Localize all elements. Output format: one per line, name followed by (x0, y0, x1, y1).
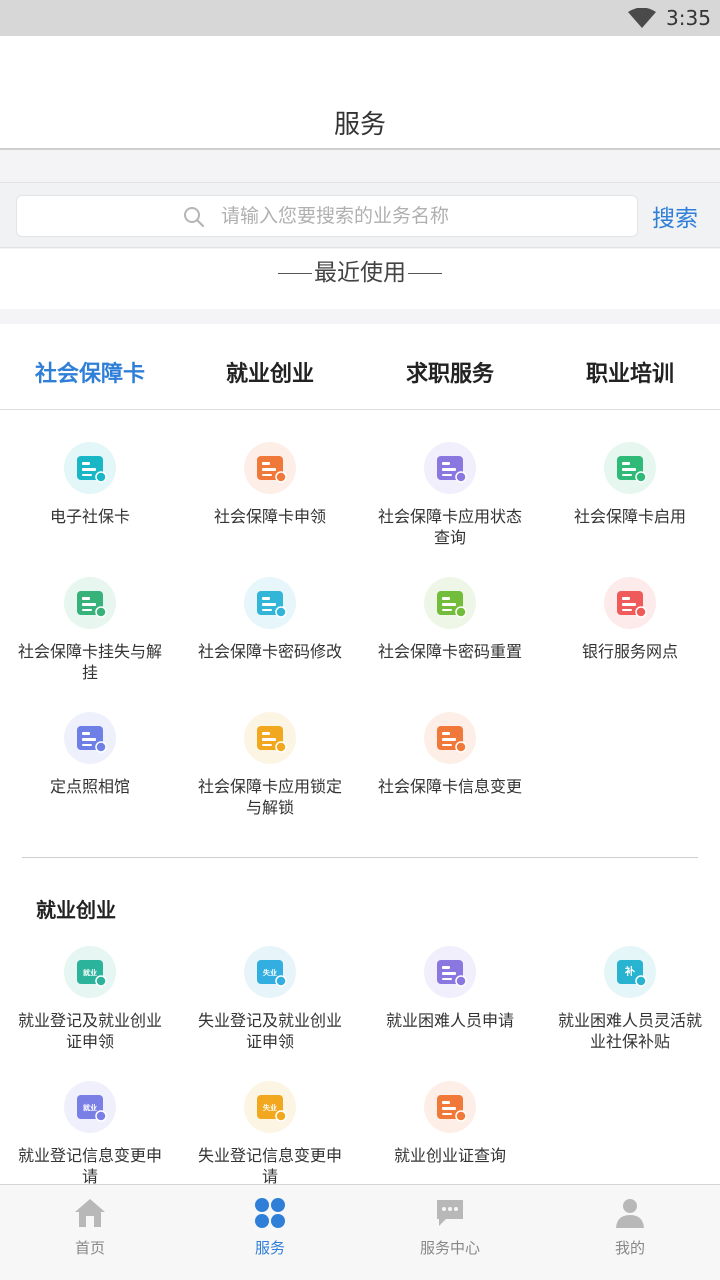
nav-services-label: 服务 (254, 1239, 285, 1257)
service-item[interactable]: 失业失业登记及就业创业证申领 (180, 946, 360, 1052)
card-change-icon (424, 712, 476, 764)
service-item[interactable]: 就业就业登记信息变更申请 (0, 1081, 180, 1184)
bank-icon (604, 577, 656, 629)
employment-section-title: 就业创业 (36, 898, 116, 922)
service-item[interactable]: 社会保障卡密码重置 (360, 577, 540, 662)
service-item[interactable]: 社会保障卡信息变更 (360, 712, 540, 797)
service-item-label: 就业登记及就业创业证申领 (17, 1011, 162, 1051)
category-tabs: 社会保障卡 就业创业 求职服务 职业培训 (0, 324, 720, 410)
employment-change-icon: 就业 (64, 1081, 116, 1133)
tab-social-security-card[interactable]: 社会保障卡 (0, 356, 180, 388)
service-item[interactable]: 定点照相馆 (0, 712, 180, 797)
grid-icon (255, 1198, 285, 1228)
nav-profile-label: 我的 (614, 1239, 645, 1257)
nav-service-center-label: 服务中心 (419, 1239, 480, 1257)
nav-home[interactable]: 首页 (0, 1185, 180, 1280)
service-item[interactable]: 社会保障卡申领 (180, 442, 360, 527)
nav-profile[interactable]: 我的 (540, 1185, 720, 1280)
service-item[interactable]: 就业困难人员申请 (360, 946, 540, 1031)
service-item-label: 就业困难人员灵活就业社保补贴 (557, 1011, 702, 1051)
service-item[interactable]: 社会保障卡应用状态查询 (360, 442, 540, 548)
app-bar: 服务 (0, 36, 720, 150)
service-item-label: 就业创业证查询 (393, 1146, 506, 1165)
recent-section: 最近使用 (0, 249, 720, 309)
service-item-label: 社会保障卡应用状态查询 (377, 507, 522, 547)
service-item-label: 社会保障卡启用 (573, 507, 686, 526)
service-item-label: 社会保障卡应用锁定与解锁 (197, 777, 342, 817)
service-item[interactable]: 电子社保卡 (0, 442, 180, 527)
service-item-label: 社会保障卡申领 (213, 507, 326, 526)
services-panel: 社会保障卡 就业创业 求职服务 职业培训 电子社保卡 社会保障卡申领 社会保障卡应用… (0, 324, 720, 1184)
service-item[interactable]: 补就业困难人员灵活就业社保补贴 (540, 946, 720, 1052)
service-item[interactable]: 银行服务网点 (540, 577, 720, 662)
tab-vocational-training[interactable]: 职业培训 (540, 356, 720, 388)
service-item-label: 失业登记及就业创业证申领 (197, 1011, 342, 1051)
search-button[interactable]: 搜索 (652, 199, 698, 233)
svg-text:补: 补 (624, 965, 635, 978)
service-item[interactable]: 社会保障卡启用 (540, 442, 720, 527)
card-apply-icon (244, 442, 296, 494)
service-item-label: 失业登记信息变更申请 (197, 1146, 342, 1184)
status-bar: 3:35 (0, 0, 720, 36)
nav-service-center[interactable]: 服务中心 (360, 1185, 540, 1280)
svg-text:就业: 就业 (83, 1103, 97, 1112)
service-item-label: 银行服务网点 (581, 642, 678, 661)
user-icon (616, 1199, 644, 1228)
svg-text:失业: 失业 (263, 1103, 277, 1112)
wifi-icon (628, 8, 656, 28)
service-item[interactable]: 社会保障卡密码修改 (180, 577, 360, 662)
nav-services[interactable]: 服务 (180, 1185, 360, 1280)
service-item-label: 社会保障卡密码重置 (377, 642, 522, 661)
card-lock-icon (244, 712, 296, 764)
money-bag-icon: 补 (604, 946, 656, 998)
divider-right (408, 273, 442, 274)
id-card-icon (64, 442, 116, 494)
photo-studio-icon (64, 712, 116, 764)
search-icon (184, 207, 205, 228)
search-input[interactable] (221, 200, 621, 232)
service-item[interactable]: 失业失业登记信息变更申请 (180, 1081, 360, 1184)
briefcase-icon (424, 946, 476, 998)
status-time: 3:35 (666, 6, 711, 30)
unemployment-register-icon: 失业 (244, 946, 296, 998)
service-item-label: 定点照相馆 (49, 777, 130, 796)
service-item[interactable]: 就业创业证查询 (360, 1081, 540, 1166)
card-loss-icon (64, 577, 116, 629)
page-title: 服务 (333, 110, 386, 140)
search-box[interactable] (16, 195, 638, 237)
recent-label: 最近使用 (314, 260, 406, 286)
service-item-label: 电子社保卡 (49, 507, 130, 526)
home-icon (75, 1199, 105, 1227)
nav-home-label: 首页 (74, 1239, 105, 1257)
service-item-label: 就业登记信息变更申请 (17, 1146, 162, 1184)
service-item-label: 就业困难人员申请 (385, 1011, 514, 1030)
lock-reset-icon (424, 577, 476, 629)
divider-left (278, 273, 312, 274)
svg-text:就业: 就业 (83, 968, 97, 977)
chat-icon (437, 1200, 463, 1226)
screen: 3:35 服务 搜索 最近使用 社会保障卡 就业创业 求职服务 职业培训 电子社… (0, 0, 720, 1280)
lock-edit-icon (244, 577, 296, 629)
service-item[interactable]: 社会保障卡挂失与解挂 (0, 577, 180, 683)
tab-job-services[interactable]: 求职服务 (360, 356, 540, 388)
card-search-icon (424, 442, 476, 494)
service-item-label: 社会保障卡密码修改 (197, 642, 342, 661)
service-item-label: 社会保障卡信息变更 (377, 777, 522, 796)
service-item[interactable]: 社会保障卡应用锁定与解锁 (180, 712, 360, 818)
card-enable-icon (604, 442, 656, 494)
service-item[interactable]: 就业就业登记及就业创业证申领 (0, 946, 180, 1052)
section-divider (22, 857, 698, 858)
search-bar: 搜索 (0, 182, 720, 248)
svg-text:失业: 失业 (263, 968, 277, 977)
service-item-label: 社会保障卡挂失与解挂 (17, 642, 162, 682)
unemployment-change-icon: 失业 (244, 1081, 296, 1133)
tab-employment[interactable]: 就业创业 (180, 356, 360, 388)
certificate-query-icon (424, 1081, 476, 1133)
bottom-nav: 首页 服务 服务中心 我的 (0, 1184, 720, 1280)
employment-register-icon: 就业 (64, 946, 116, 998)
